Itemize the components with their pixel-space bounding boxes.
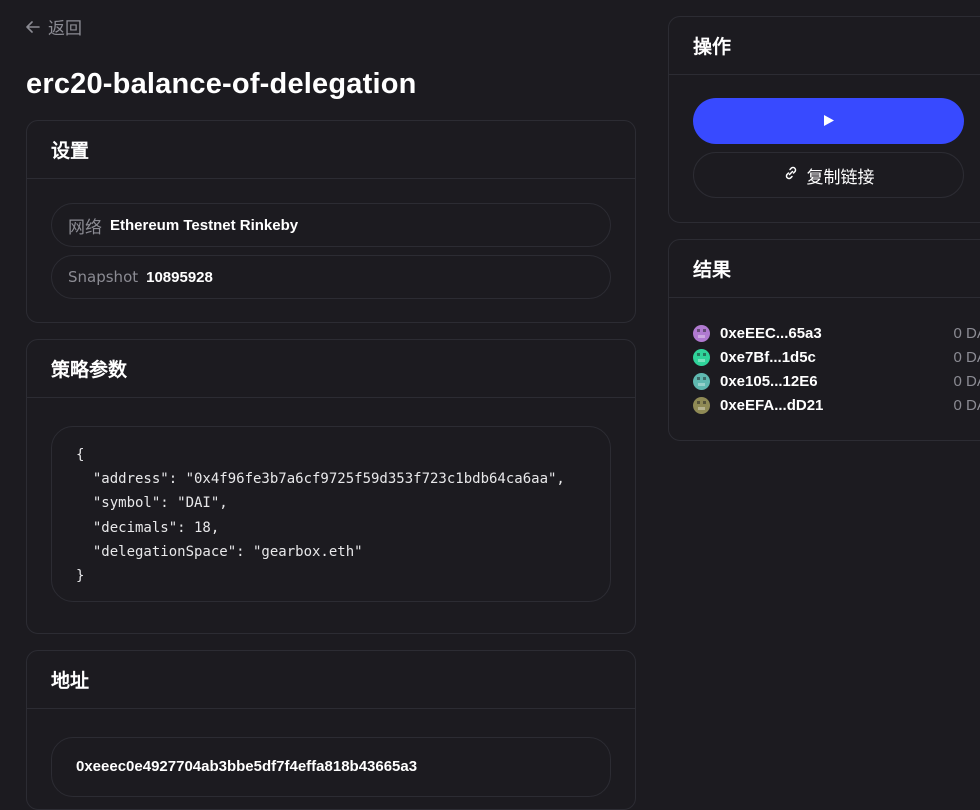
snapshot-label: Snapshot bbox=[68, 268, 139, 286]
snapshot-field[interactable]: Snapshot 10895928 bbox=[51, 255, 611, 299]
settings-title: 设置 bbox=[27, 121, 635, 179]
results-title: 结果 bbox=[669, 240, 980, 298]
strategy-params-title: 策略参数 bbox=[27, 340, 635, 398]
network-label: 网络 bbox=[68, 217, 102, 238]
actions-card: 操作 复制链接 bbox=[668, 16, 980, 223]
addresses-title: 地址 bbox=[27, 651, 635, 709]
back-label: 返回 bbox=[48, 19, 82, 39]
results-card: 结果 0xeEEC...65a30 DAI0xe7Bf...1d5c0 DAI0… bbox=[668, 239, 980, 441]
avatar bbox=[693, 396, 710, 414]
avatar bbox=[693, 324, 710, 342]
result-row: 0xe7Bf...1d5c0 DAI bbox=[693, 346, 980, 368]
network-value: Ethereum Testnet Rinkeby bbox=[110, 216, 299, 234]
back-link[interactable]: 返回 bbox=[26, 14, 82, 39]
result-row: 0xeEEC...65a30 DAI bbox=[693, 322, 980, 344]
strategy-params-card: 策略参数 { "address": "0x4f96fe3b7a6cf9725f5… bbox=[26, 339, 636, 634]
copy-link-button[interactable]: 复制链接 bbox=[693, 152, 964, 198]
addresses-card: 地址 0xeeec0e4927704ab3bbe5df7f4effa818b43… bbox=[26, 650, 636, 810]
params-editor[interactable]: { "address": "0x4f96fe3b7a6cf9725f59d353… bbox=[51, 426, 611, 602]
arrow-left-icon bbox=[26, 20, 40, 33]
result-row: 0xe105...12E60 DAI bbox=[693, 370, 980, 392]
result-amount: 0 DAI bbox=[953, 348, 980, 366]
result-address[interactable]: 0xeEEC...65a3 bbox=[720, 325, 953, 342]
run-button[interactable] bbox=[693, 98, 964, 144]
result-address[interactable]: 0xe105...12E6 bbox=[720, 373, 953, 390]
result-address[interactable]: 0xeEFA...dD21 bbox=[720, 397, 953, 414]
copy-link-label: 复制链接 bbox=[806, 167, 875, 188]
snapshot-value: 10895928 bbox=[146, 268, 213, 286]
result-address[interactable]: 0xe7Bf...1d5c bbox=[720, 349, 953, 366]
result-row: 0xeEFA...dD210 DAI bbox=[693, 394, 980, 416]
network-field[interactable]: 网络 Ethereum Testnet Rinkeby bbox=[51, 203, 611, 247]
params-json: { "address": "0x4f96fe3b7a6cf9725f59d353… bbox=[76, 447, 565, 585]
result-amount: 0 DAI bbox=[953, 372, 980, 390]
page-title: erc20-balance-of-delegation bbox=[26, 68, 417, 100]
link-icon bbox=[783, 165, 799, 186]
avatar bbox=[693, 348, 710, 366]
address-entry: 0xeeec0e4927704ab3bbe5df7f4effa818b43665… bbox=[76, 758, 418, 775]
result-amount: 0 DAI bbox=[953, 324, 980, 342]
avatar bbox=[693, 372, 710, 390]
result-amount: 0 DAI bbox=[953, 396, 980, 414]
play-icon bbox=[823, 112, 835, 131]
settings-card: 设置 网络 Ethereum Testnet Rinkeby Snapshot … bbox=[26, 120, 636, 323]
addresses-input[interactable]: 0xeeec0e4927704ab3bbe5df7f4effa818b43665… bbox=[51, 737, 611, 797]
actions-title: 操作 bbox=[669, 17, 980, 75]
